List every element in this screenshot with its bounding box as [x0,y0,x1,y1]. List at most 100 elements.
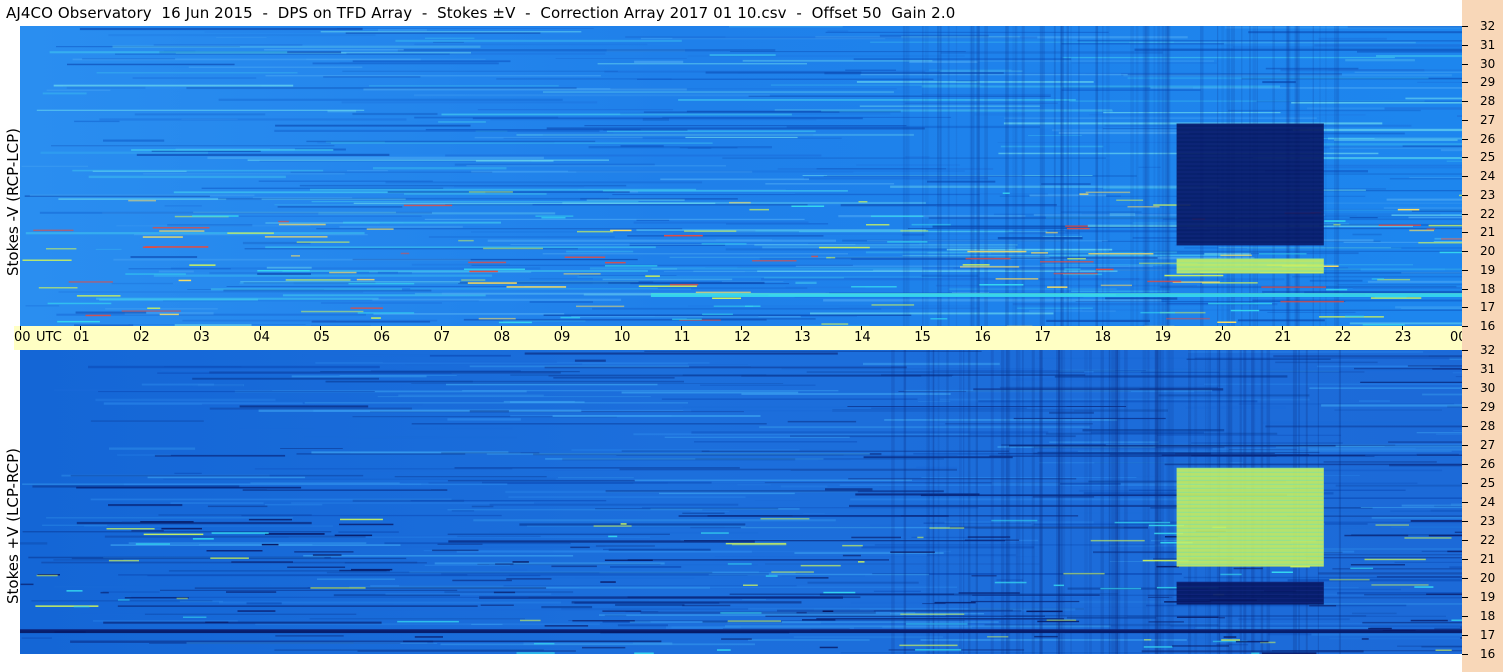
frequency-tick-mark [1462,288,1468,290]
frequency-tick-label: 29 [1480,75,1496,90]
frequency-tick-mark [1462,540,1468,541]
frequency-axis: 32 31 30 29 28 27 26 25 24 23 22 21 20 19 18 17 16 32 31 30… [1462,0,1503,672]
time-tick-label: 17 [1034,330,1051,345]
frequency-tick-label: 24 [1480,169,1496,183]
time-tick-label: 03 [193,330,210,345]
time-tick-label: 14 [854,330,871,345]
time-tick-mark [620,326,622,330]
frequency-tick-mark [1462,388,1468,389]
frequency-tick-label: 20 [1480,571,1496,585]
time-tick-mark [200,326,202,330]
frequency-tick-mark [1462,232,1468,234]
frequency-tick-label: 23 [1480,514,1496,528]
time-tick-mark [1221,326,1223,330]
chart-title: AJ4CO Observatory 16 Jun 2015 - DPS on T… [6,4,956,22]
frequency-tick-mark [1462,326,1468,327]
time-tick-label: 04 [253,330,270,345]
frequency-tick-mark [1462,578,1468,579]
frequency-tick-label: 19 [1480,262,1496,277]
frequency-tick-mark [1462,445,1468,446]
frequency-tick-mark [1462,407,1468,408]
frequency-tick-mark [1462,101,1468,102]
time-axis-unit: UTC [36,330,62,345]
time-tick-mark [680,326,682,330]
frequency-tick-mark [1462,251,1468,252]
frequency-tick-label: 16 [1480,319,1496,333]
frequency-tick-label: 26 [1480,131,1496,146]
frequency-tick-mark [1462,597,1468,598]
frequency-tick-mark [1462,119,1468,121]
frequency-tick-label: 30 [1480,56,1496,71]
time-tick-label: 15 [914,330,931,345]
time-axis: 00 01 02 03 04 05 06 07 08 09 10 11 12 13 14 15 16 17 18 19… [14,326,1498,350]
time-tick-label: 05 [313,330,330,345]
time-tick-mark [1341,326,1343,330]
frequency-tick-label: 26 [1480,457,1496,471]
frequency-tick-mark [1462,44,1468,46]
frequency-tick-label: 23 [1480,187,1496,202]
frequency-tick-mark [1462,213,1468,215]
time-tick-mark [500,326,502,330]
time-tick-mark [981,326,983,330]
frequency-tick-label: 32 [1480,19,1496,33]
time-tick-label: 12 [734,330,751,345]
time-tick-label: 06 [373,330,391,345]
time-tick-mark [1281,326,1283,330]
time-tick-mark [1041,326,1043,330]
frequency-tick-label: 30 [1480,381,1496,395]
frequency-tick-label: 18 [1480,281,1496,296]
frequency-tick-label: 25 [1480,476,1496,490]
frequency-tick-mark [1462,521,1468,522]
time-tick-mark [380,326,382,330]
time-tick-mark [1401,326,1403,330]
bottom-spectrogram-panel [20,350,1462,654]
frequency-tick-label: 22 [1480,533,1496,547]
frequency-tick-mark [1462,176,1468,177]
time-tick-label: 21 [1274,330,1292,345]
time-tick-label: 19 [1154,330,1172,345]
frequency-tick-label: 24 [1480,495,1496,509]
frequency-tick-label: 27 [1480,112,1496,127]
frequency-tick-mark [1462,464,1468,465]
frequency-tick-mark [1462,483,1468,484]
frequency-tick-mark [1462,654,1468,655]
frequency-tick-mark [1462,157,1468,159]
time-tick-mark [440,326,442,330]
time-tick-label: 07 [433,330,451,345]
frequency-tick-label: 32 [1480,343,1496,357]
frequency-tick-label: 25 [1480,150,1496,165]
frequency-tick-mark [1462,63,1468,65]
frequency-tick-label: 28 [1480,419,1496,433]
frequency-tick-mark [1462,426,1468,427]
time-tick-mark [20,326,21,330]
frequency-tick-mark [1462,26,1468,27]
frequency-tick-mark [1462,307,1468,309]
time-tick-mark [80,326,82,330]
time-tick-mark [861,326,863,330]
time-tick-label: 18 [1094,330,1112,345]
frequency-tick-mark [1462,635,1468,636]
time-tick-label: 02 [133,330,150,345]
title-bar: AJ4CO Observatory 16 Jun 2015 - DPS on T… [0,0,1462,26]
time-tick-label: 01 [73,330,90,345]
frequency-tick-mark [1462,369,1468,370]
frequency-tick-label: 27 [1480,438,1496,452]
time-tick-label: 22 [1334,330,1352,345]
time-tick-mark [320,326,322,330]
time-tick-mark [741,326,742,330]
frequency-tick-label: 16 [1480,647,1496,661]
time-tick-label: 16 [974,330,991,345]
frequency-tick-label: 31 [1480,362,1496,376]
frequency-tick-mark [1462,559,1468,560]
frequency-tick-label: 20 [1480,244,1496,258]
time-tick-mark [1161,326,1163,330]
time-tick-label: 20 [1214,330,1232,345]
time-tick-mark [140,326,142,330]
bottom-spectrogram [20,350,1462,654]
time-tick-mark [260,326,262,330]
frequency-tick-mark [1462,502,1468,503]
frequency-tick-mark [1462,350,1468,351]
burst-dark-band [1176,581,1324,605]
time-tick-label: 00 [14,330,31,345]
burst-bright-block [1176,467,1324,567]
